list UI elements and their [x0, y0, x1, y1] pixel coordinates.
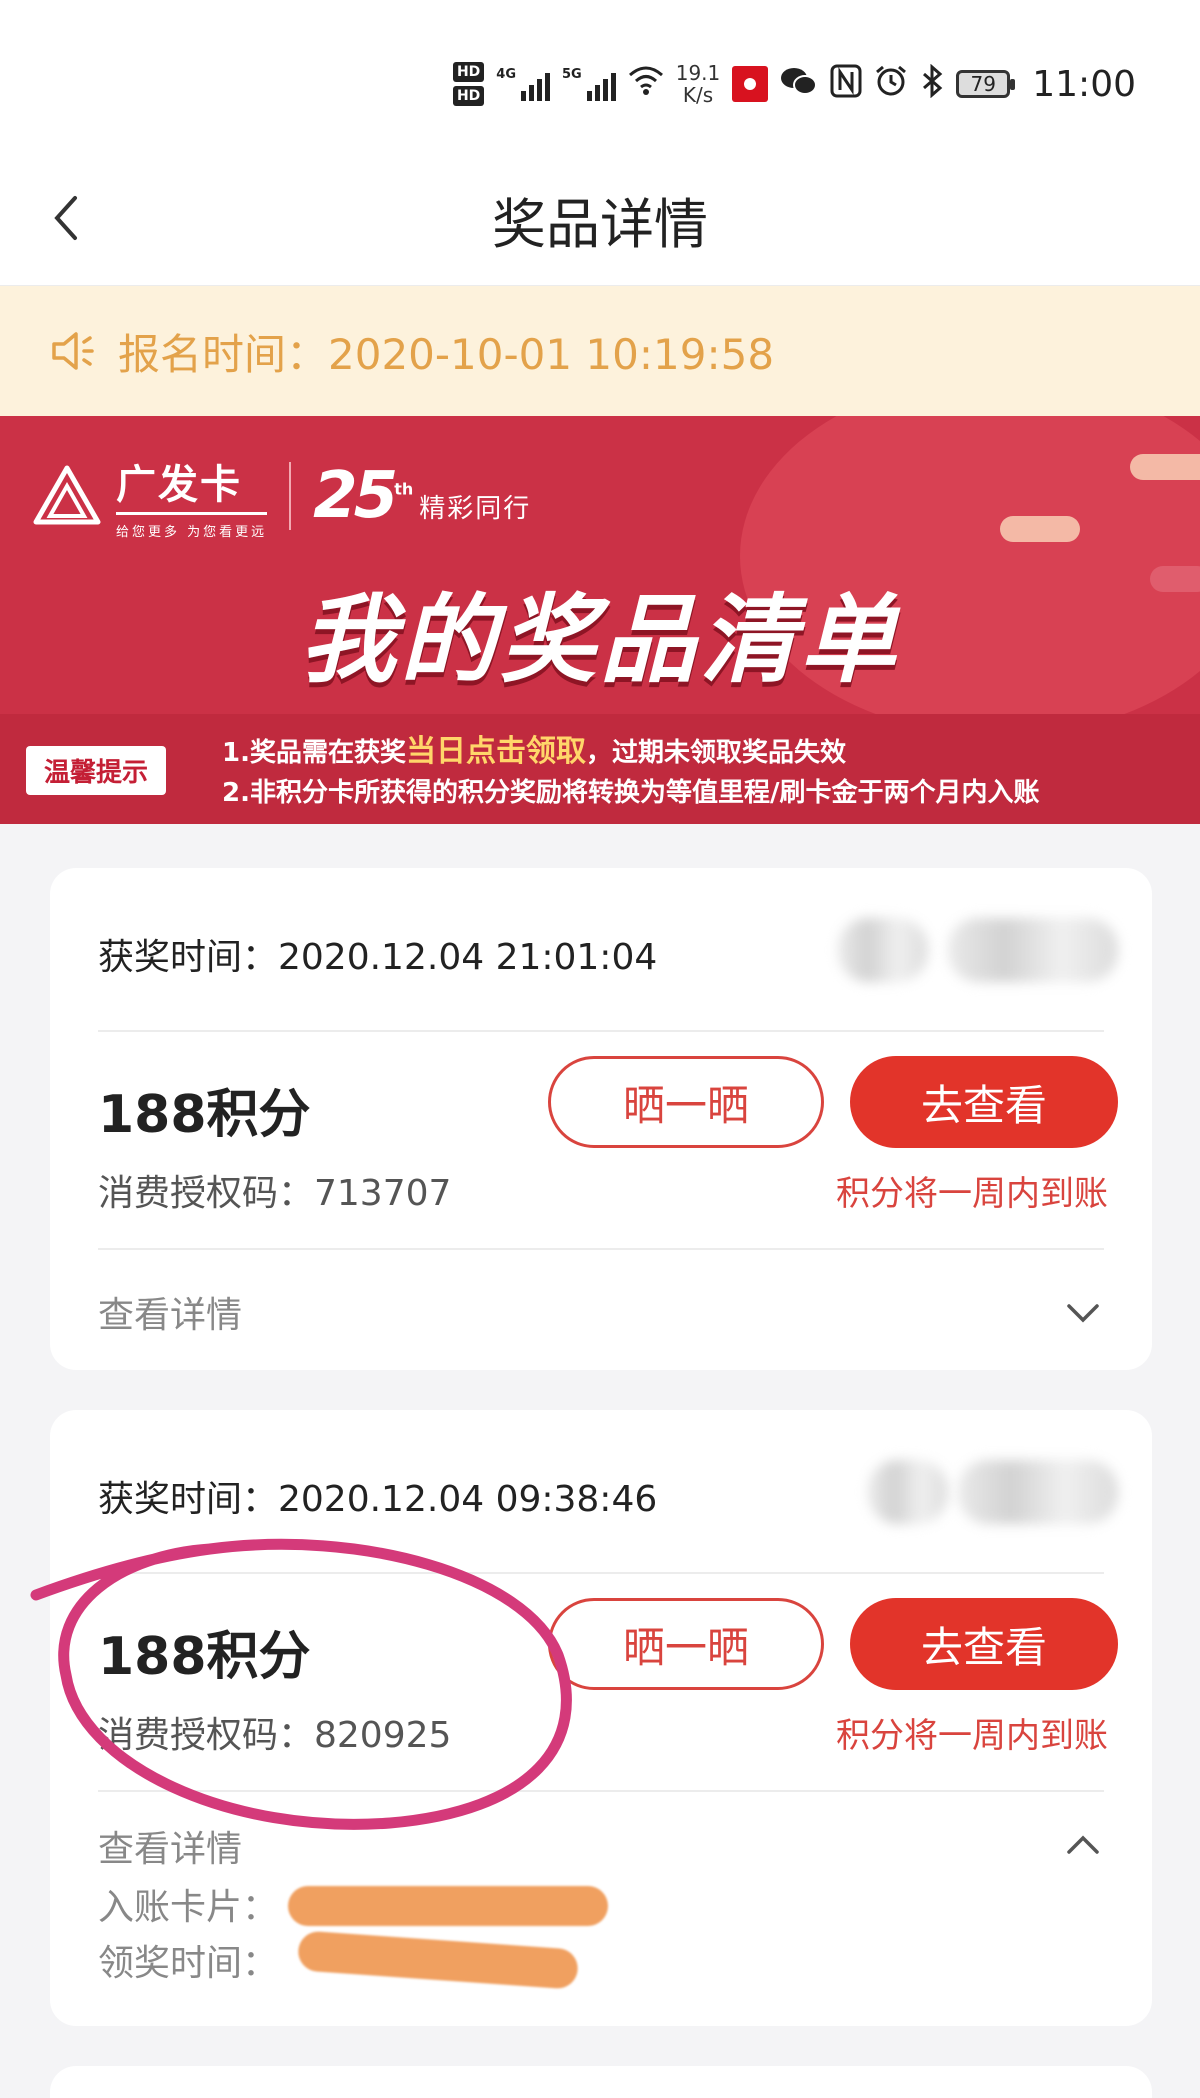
wechat-icon	[780, 65, 818, 104]
redaction-mark	[296, 1930, 580, 1990]
arrival-note: 积分将一周内到账	[836, 1174, 1108, 1214]
claim-time-label: 领奖时间：	[98, 1943, 279, 1984]
win-time: 获奖时间：2020.12.04 21:01:04	[98, 937, 658, 978]
hd-voice-icon: HD HD	[452, 62, 485, 106]
bank-logo: 广发卡 给您更多 为您看更远 25th 精彩同行	[32, 452, 531, 540]
banner-title: 我的奖品清单	[300, 584, 900, 696]
speaker-icon	[52, 332, 94, 370]
status-icons: HD HD 4G 5G 19.1 K/s 79 11:00	[452, 61, 1136, 107]
blurred-info	[838, 918, 928, 982]
chevron-up-icon[interactable]	[1066, 1834, 1100, 1856]
bluetooth-icon	[920, 63, 944, 105]
wifi-icon	[628, 65, 664, 104]
tips-text: 1.奖品需在获奖当日点击领取，过期未领取奖品失效 2.非积分卡所获得的积分奖励将…	[222, 732, 1039, 813]
network-speed: 19.1 K/s	[675, 61, 721, 107]
auth-code: 消费授权码：820925	[98, 1715, 452, 1756]
share-button[interactable]: 晒一晒	[548, 1598, 824, 1690]
prize-list-banner: 广发卡 给您更多 为您看更远 25th 精彩同行 我的奖品清单 温馨提示 1.奖…	[0, 416, 1200, 824]
chevron-down-icon[interactable]	[1066, 1302, 1100, 1324]
redaction-mark	[288, 1886, 608, 1926]
notice-text: 报名时间：2020-10-01 10:19:58	[118, 329, 775, 379]
brand-slogan: 给您更多 为您看更远	[116, 525, 268, 540]
card-label: 入账卡片：	[98, 1887, 279, 1928]
tip-line-2: 2.非积分卡所获得的积分奖励将转换为等值里程/刷卡金于两个月内入账	[222, 778, 1040, 808]
arrival-note: 积分将一周内到账	[836, 1716, 1108, 1756]
view-button[interactable]: 去查看	[850, 1056, 1118, 1148]
tips-strip: 温馨提示 1.奖品需在获奖当日点击领取，过期未领取奖品失效 2.非积分卡所获得的…	[0, 714, 1200, 824]
nfc-icon	[830, 64, 862, 105]
anniversary-text: 精彩同行	[419, 493, 532, 524]
signal-5g-icon: 5G	[562, 67, 616, 101]
view-details-link[interactable]: 查看详情	[98, 1820, 242, 1872]
app-notification-icon	[732, 66, 769, 102]
clock: 11:00	[1032, 63, 1136, 105]
registration-notice: 报名时间：2020-10-01 10:19:58	[0, 286, 1200, 416]
gf-logo-icon	[33, 465, 101, 525]
blurred-info	[868, 1460, 948, 1524]
battery-icon: 79	[956, 70, 1016, 98]
nav-header: 奖品详情	[0, 150, 1200, 286]
win-time: 获奖时间：2020.12.04 09:38:46	[98, 1479, 658, 1520]
blurred-info	[958, 1460, 1118, 1524]
brand-name: 广发卡	[116, 452, 268, 515]
prize-amount: 188积分	[98, 1085, 311, 1145]
view-button[interactable]: 去查看	[850, 1598, 1118, 1690]
award-card: 获奖时间：2020.12.04 21:01:04 188积分 消费授权码：713…	[50, 868, 1152, 1370]
share-button[interactable]: 晒一晒	[548, 1056, 824, 1148]
tip-line-1: 1.奖品需在获奖当日点击领取，过期未领取奖品失效	[222, 734, 846, 769]
alarm-icon	[874, 64, 908, 105]
blurred-info	[948, 918, 1118, 982]
tips-badge: 温馨提示	[26, 746, 167, 795]
signal-4g-icon: 4G	[496, 67, 550, 101]
award-card	[50, 2066, 1152, 2098]
auth-code: 消费授权码：713707	[98, 1173, 452, 1214]
view-details-link[interactable]: 查看详情	[98, 1286, 242, 1338]
prize-amount: 188积分	[98, 1627, 311, 1687]
anniversary-mark: 25th	[313, 459, 414, 533]
page-title: 奖品详情	[492, 193, 708, 256]
award-card: 获奖时间：2020.12.04 09:38:46 188积分 消费授权码：820…	[50, 1410, 1152, 2026]
status-bar: HD HD 4G 5G 19.1 K/s 79 11:00	[0, 0, 1200, 150]
